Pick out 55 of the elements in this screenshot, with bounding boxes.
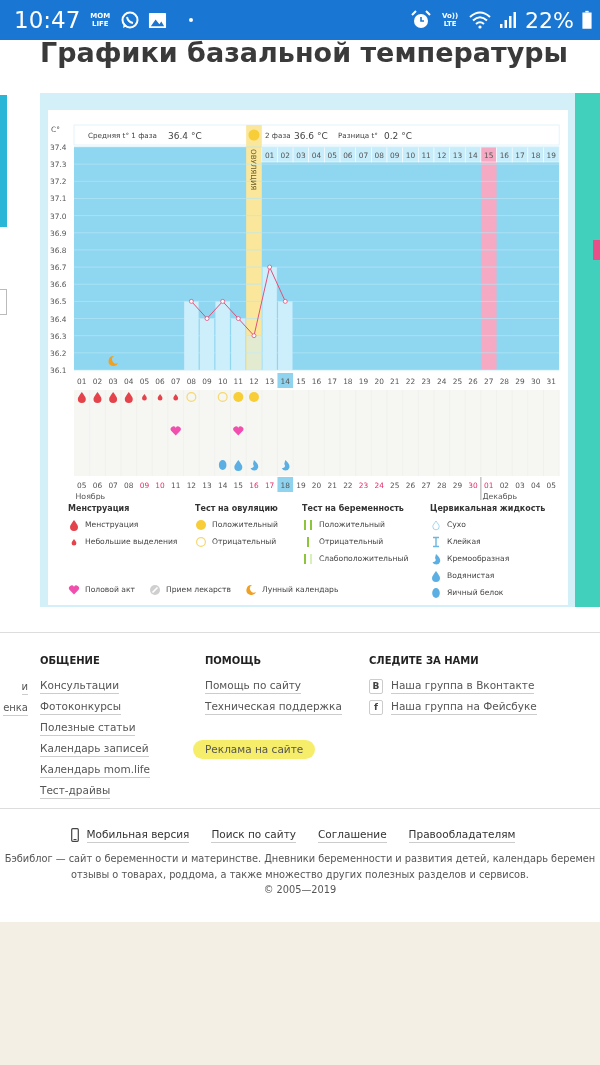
temperature-point — [189, 299, 194, 304]
legend-title: Тест на беременность — [302, 504, 405, 513]
site-description: Бэбиблог — сайт о беременности и материнстве. Дневники беременности и развития детей, календарь беремен — [3, 852, 597, 866]
temperature-point — [235, 316, 241, 321]
wifi-icon — [469, 11, 492, 29]
page-title: Графики базальной температуры — [39, 40, 569, 70]
legend-title: Цервикальная жидкость — [430, 504, 547, 513]
ovulation-marker-icon — [248, 129, 260, 141]
temperature-point — [251, 333, 257, 339]
alarm-clock-icon — [411, 10, 432, 30]
temperature-point — [220, 299, 226, 304]
footer-link[interactable]: Наша группа на Фейсбуке — [391, 699, 537, 715]
footer-link[interactable]: Фотоконкурсы — [40, 699, 121, 715]
footer-heading: ОБЩЕНИЕ — [40, 655, 101, 666]
phone-icon — [70, 828, 79, 842]
clock: 10:47 — [14, 7, 81, 33]
footer-link[interactable]: Тест-драйвы — [40, 783, 111, 799]
copyright: © 2005—2019 — [262, 883, 338, 897]
phase-value: 36.4 °C — [168, 130, 202, 141]
footer-link[interactable]: Помощь по сайту — [205, 678, 302, 694]
footer-link[interactable]: Полезные статьи — [40, 720, 136, 736]
footer-link[interactable]: Мобильная версия — [86, 827, 190, 843]
footer-link[interactable]: Календарь mom.life — [40, 762, 151, 778]
footer-link[interactable]: и — [21, 679, 28, 695]
side-panel-block — [593, 240, 600, 260]
chat-bubble-icon — [120, 10, 141, 30]
image-icon — [148, 10, 168, 30]
footer-link[interactable]: Реклама на сайте — [193, 740, 316, 759]
social-icon[interactable]: B — [369, 678, 383, 694]
site-description: отзывы о товарах, роддома, а также множество других полезных разделов и сервисов. — [70, 867, 530, 882]
footer-heading: ПОМОЩЬ — [205, 655, 263, 666]
temperature-point — [204, 316, 210, 321]
footer-link[interactable]: Календарь записей — [40, 741, 149, 757]
signal-icon — [499, 11, 518, 29]
footer-link[interactable]: Консультации — [40, 678, 119, 694]
battery-percent: 22% — [525, 7, 574, 33]
temperature-bar — [215, 301, 230, 370]
input-field[interactable] — [0, 289, 7, 315]
battery-icon — [582, 10, 592, 30]
phase-value: 36.6 °C — [294, 130, 328, 141]
legend-title: Менструация — [68, 504, 131, 513]
dot-icon — [189, 18, 194, 22]
footer-link[interactable]: Соглашение — [317, 827, 387, 843]
legend-title: Тест на овуляцию — [195, 504, 279, 513]
temperature-point — [267, 264, 273, 270]
temperature-bar — [184, 301, 199, 370]
footer-link[interactable]: Правообладателям — [408, 827, 516, 843]
footer-link[interactable]: Поиск по сайту — [211, 827, 296, 843]
footer-heading: СЛЕДИТЕ ЗА НАМИ — [369, 655, 480, 666]
difference-value: 0.2 °C — [384, 130, 412, 141]
footer-link[interactable]: Техническая поддержка — [205, 699, 342, 715]
temperature-point — [282, 299, 288, 304]
social-icon[interactable]: f — [369, 699, 383, 715]
footer-link[interactable]: Наша группа в Вконтакте — [391, 678, 535, 694]
footer-link[interactable]: енка — [3, 700, 28, 716]
